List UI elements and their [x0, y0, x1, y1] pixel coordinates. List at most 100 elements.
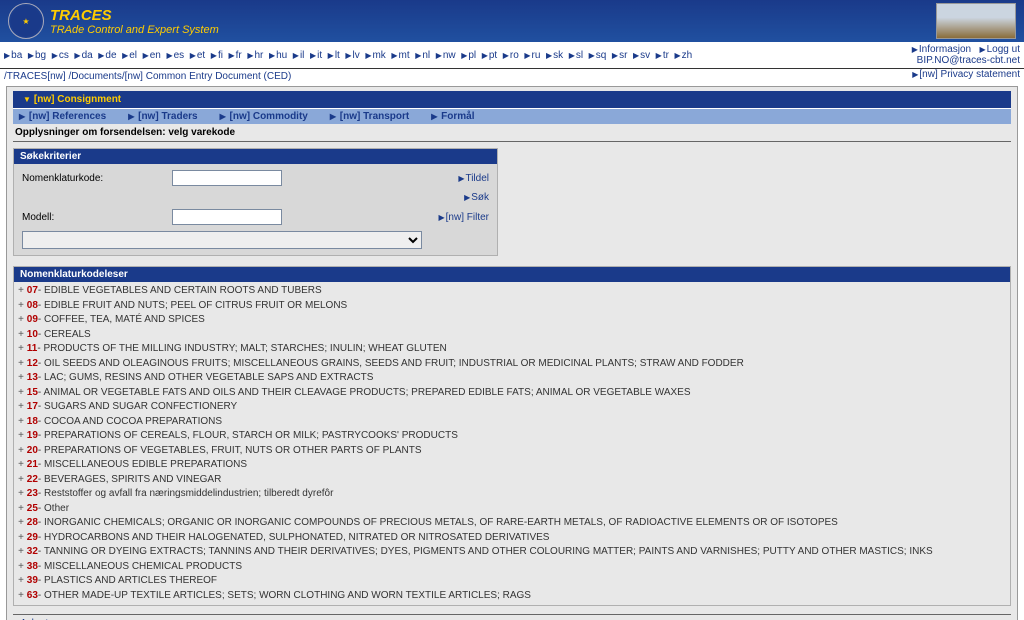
lang-fr[interactable]: ▶fr [229, 50, 248, 61]
lang-lv[interactable]: ▶lv [345, 50, 365, 61]
nomenclature-code[interactable]: 19 [27, 430, 38, 441]
expand-icon[interactable]: + [18, 576, 24, 587]
lang-sq[interactable]: ▶sq [589, 50, 612, 61]
lang-bg[interactable]: ▶bg [28, 50, 52, 61]
nomenclature-code[interactable]: 63 [27, 590, 38, 601]
caret-down-icon: ▼ [23, 95, 31, 104]
lang-it[interactable]: ▶it [310, 50, 328, 61]
cancel-link[interactable]: ▶Avbryt [13, 618, 48, 620]
expand-icon[interactable]: + [18, 518, 24, 529]
nomenclature-code[interactable]: 23 [27, 488, 38, 499]
nomenclature-code[interactable]: 08 [27, 300, 38, 311]
nomenclature-code[interactable]: 38 [27, 561, 38, 572]
nomenklaturkode-input[interactable] [172, 170, 282, 186]
expand-icon[interactable]: + [18, 431, 24, 442]
lang-pl[interactable]: ▶pl [461, 50, 482, 61]
expand-icon[interactable]: + [18, 402, 24, 413]
nomenclature-code[interactable]: 28 [27, 517, 38, 528]
lang-ro[interactable]: ▶ro [503, 50, 525, 61]
lang-nw[interactable]: ▶nw [436, 50, 462, 61]
expand-icon[interactable]: + [18, 373, 24, 384]
expand-icon[interactable]: + [18, 388, 24, 399]
lang-zh[interactable]: ▶zh [675, 50, 696, 61]
breadcrumb-ced[interactable]: [nw] Common Entry Document (CED) [125, 71, 292, 82]
tree-row: + 21- MISCELLANEOUS EDIBLE PREPARATIONS [18, 458, 1006, 473]
modell-select[interactable] [22, 231, 422, 249]
expand-icon[interactable]: + [18, 315, 24, 326]
lang-en[interactable]: ▶en [143, 50, 167, 61]
subtab[interactable]: ▶ [nw] Traders [128, 111, 197, 122]
expand-icon[interactable]: + [18, 504, 24, 515]
nomenclature-code[interactable]: 10 [27, 329, 38, 340]
nomenclature-code[interactable]: 29 [27, 532, 38, 543]
expand-icon[interactable]: + [18, 489, 24, 500]
lang-ba[interactable]: ▶ba [4, 50, 28, 61]
nomenclature-code[interactable]: 13 [27, 372, 38, 383]
tab-consignment[interactable]: ▼[nw] Consignment [13, 91, 132, 108]
nomenklaturkode-label: Nomenklaturkode: [22, 173, 172, 184]
lang-et[interactable]: ▶et [190, 50, 211, 61]
expand-icon[interactable]: + [18, 533, 24, 544]
subtab[interactable]: ▶ Formål [431, 111, 474, 122]
lang-tr[interactable]: ▶tr [656, 50, 675, 61]
lang-sl[interactable]: ▶sl [569, 50, 589, 61]
nomenclature-code[interactable]: 21 [27, 459, 38, 470]
lang-el[interactable]: ▶el [122, 50, 143, 61]
privacy-link[interactable]: ▶[nw] Privacy statement [912, 69, 1020, 80]
expand-icon[interactable]: + [18, 344, 24, 355]
expand-icon[interactable]: + [18, 359, 24, 370]
lang-mt[interactable]: ▶mt [391, 50, 415, 61]
filter-link[interactable]: ▶[nw] Filter [439, 212, 490, 223]
lang-mk[interactable]: ▶mk [365, 50, 391, 61]
lang-lt[interactable]: ▶lt [328, 50, 346, 61]
expand-icon[interactable]: + [18, 562, 24, 573]
lang-hu[interactable]: ▶hu [269, 50, 293, 61]
lang-pt[interactable]: ▶pt [482, 50, 503, 61]
expand-icon[interactable]: + [18, 591, 24, 602]
expand-icon[interactable]: + [18, 301, 24, 312]
nomenclature-code[interactable]: 09 [27, 314, 38, 325]
expand-icon[interactable]: + [18, 460, 24, 471]
subtab[interactable]: ▶ [nw] References [19, 111, 106, 122]
modell-input[interactable] [172, 209, 282, 225]
nomenclature-code[interactable]: 17 [27, 401, 38, 412]
nomenclature-code[interactable]: 25 [27, 503, 38, 514]
nomenclature-code[interactable]: 18 [27, 416, 38, 427]
nomenclature-code[interactable]: 11 [27, 343, 38, 354]
nomenclature-code[interactable]: 12 [27, 358, 38, 369]
nomenclature-desc: - COFFEE, TEA, MATÉ AND SPICES [38, 314, 205, 325]
tree-row: + 23- Reststoffer og avfall fra næringsm… [18, 487, 1006, 502]
subtab[interactable]: ▶ [nw] Transport [330, 111, 409, 122]
lang-ru[interactable]: ▶ru [524, 50, 546, 61]
nomenclature-code[interactable]: 20 [27, 445, 38, 456]
subtab[interactable]: ▶ [nw] Commodity [220, 111, 308, 122]
expand-icon[interactable]: + [18, 417, 24, 428]
expand-icon[interactable]: + [18, 330, 24, 341]
nomenclature-code[interactable]: 07 [27, 285, 38, 296]
expand-icon[interactable]: + [18, 446, 24, 457]
info-link[interactable]: ▶Informasjon [912, 44, 971, 55]
lang-da[interactable]: ▶da [74, 50, 98, 61]
lang-fi[interactable]: ▶fi [211, 50, 229, 61]
nomenclature-code[interactable]: 22 [27, 474, 38, 485]
nomenclature-code[interactable]: 39 [27, 575, 38, 586]
lang-es[interactable]: ▶es [166, 50, 189, 61]
expand-icon[interactable]: + [18, 475, 24, 486]
lang-il[interactable]: ▶il [293, 50, 310, 61]
lang-sv[interactable]: ▶sv [633, 50, 656, 61]
sok-link[interactable]: ▶Søk [464, 192, 489, 203]
breadcrumb-documents[interactable]: /Documents/ [68, 71, 124, 82]
expand-icon[interactable]: + [18, 286, 24, 297]
breadcrumb-root[interactable]: /TRACES [4, 71, 47, 82]
tildel-link[interactable]: ▶Tildel [458, 173, 489, 184]
nomenclature-code[interactable]: 32 [27, 546, 38, 557]
lang-nl[interactable]: ▶nl [415, 50, 436, 61]
logout-link[interactable]: ▶Logg ut [979, 44, 1020, 55]
lang-hr[interactable]: ▶hr [247, 50, 269, 61]
lang-sr[interactable]: ▶sr [612, 50, 633, 61]
nomenclature-code[interactable]: 15 [27, 387, 38, 398]
expand-icon[interactable]: + [18, 547, 24, 558]
lang-cs[interactable]: ▶cs [52, 50, 75, 61]
lang-sk[interactable]: ▶sk [546, 50, 569, 61]
lang-de[interactable]: ▶de [98, 50, 122, 61]
